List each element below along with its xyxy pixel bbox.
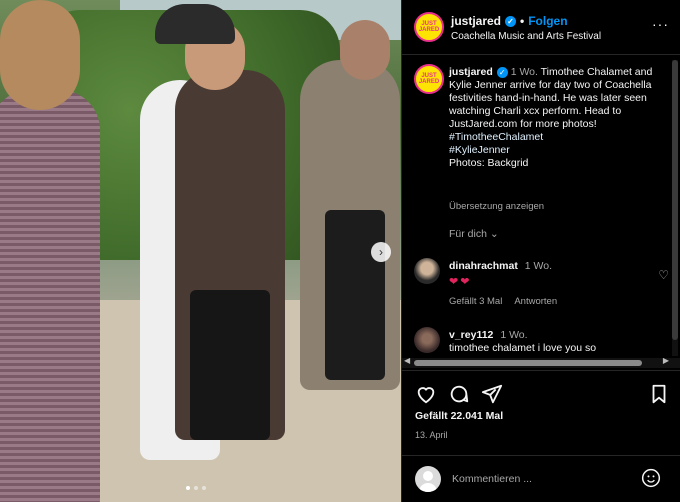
scrollbar-thumb[interactable] bbox=[672, 60, 678, 340]
translate-link[interactable]: Übersetzung anzeigen bbox=[449, 201, 544, 212]
for-you-toggle[interactable]: Für dich ⌄ bbox=[449, 228, 499, 240]
comment-icon[interactable] bbox=[448, 383, 470, 405]
vertical-scrollbar[interactable] bbox=[672, 60, 678, 356]
carousel-dot bbox=[202, 486, 206, 490]
comment-username[interactable]: v_rey112 bbox=[449, 329, 493, 341]
carousel-dots bbox=[186, 486, 206, 490]
caption-username[interactable]: justjared bbox=[449, 66, 493, 78]
comment-bar: Kommentieren ... bbox=[402, 455, 680, 502]
scroll-right-icon[interactable]: ▶ bbox=[663, 356, 669, 365]
avatar-logo-text: JUST JARED bbox=[418, 73, 440, 85]
hashtag-link[interactable]: #KylieJenner bbox=[449, 144, 667, 157]
person-left bbox=[0, 90, 100, 502]
location-link[interactable]: Coachella Music and Arts Festival bbox=[451, 31, 601, 42]
verified-icon: ✓ bbox=[505, 15, 517, 27]
horizontal-scrollbar[interactable]: ◀ ▶ bbox=[402, 356, 680, 368]
person-main-legs bbox=[190, 290, 270, 440]
chevron-down-icon: ⌄ bbox=[489, 228, 499, 240]
likes-count[interactable]: Gefällt 22.041 Mal bbox=[415, 410, 503, 422]
header-username[interactable]: justjared bbox=[451, 14, 501, 28]
comment-time: 1 Wo. bbox=[500, 329, 528, 341]
carousel-dot bbox=[194, 486, 198, 490]
person-left-head bbox=[0, 0, 80, 110]
comment-body: v_rey112 1 Wo. timothee chalamet i love … bbox=[449, 329, 649, 355]
hashtag-link[interactable]: #TimotheeChalamet bbox=[449, 131, 667, 144]
scrollbar-thumb[interactable] bbox=[414, 360, 642, 366]
post-date: 13. April bbox=[415, 430, 448, 440]
scroll-left-icon[interactable]: ◀ bbox=[404, 356, 410, 365]
comment-input[interactable]: Kommentieren ... bbox=[452, 473, 532, 485]
emoji-icon[interactable] bbox=[641, 468, 661, 488]
comments-scroll-area[interactable]: JUST JARED justjared ✓ 1 Wo. Timothee Cha… bbox=[402, 56, 680, 358]
reply-button[interactable]: Antworten bbox=[514, 295, 557, 308]
photo-credit: Photos: Backgrid bbox=[449, 157, 529, 169]
comment-meta: Gefällt 3 Mal Antworten bbox=[449, 295, 649, 308]
heart-icon[interactable] bbox=[415, 383, 437, 405]
comment-text: ❤❤ bbox=[449, 276, 472, 288]
next-photo-icon[interactable]: › bbox=[371, 242, 391, 262]
comment-username[interactable]: dinahrachmat bbox=[449, 260, 518, 272]
follow-button[interactable]: Folgen bbox=[528, 14, 567, 28]
commenter-avatar[interactable] bbox=[414, 327, 440, 353]
comment-heart-icon[interactable]: ♡ bbox=[658, 268, 669, 282]
comment-body: dinahrachmat 1 Wo. ❤❤ Gefällt 3 Mal Antw… bbox=[449, 260, 649, 308]
caption-avatar[interactable]: JUST JARED bbox=[414, 64, 444, 94]
share-icon[interactable] bbox=[481, 383, 503, 405]
commenter-avatar[interactable] bbox=[414, 258, 440, 284]
caption: justjared ✓ 1 Wo. Timothee Chalamet and K… bbox=[449, 66, 667, 170]
post-photo[interactable]: › bbox=[0, 0, 401, 502]
person-guard-legs bbox=[325, 210, 385, 380]
caption-time: 1 Wo. bbox=[510, 66, 538, 78]
avatar-logo-text: JUST JARED bbox=[418, 21, 440, 33]
comment-text: timothee chalamet i love you so bbox=[449, 342, 597, 354]
comment-time: 1 Wo. bbox=[524, 260, 553, 272]
header-user-row: justjared ✓ • Folgen bbox=[451, 14, 568, 28]
post-panel: JUST JARED justjared ✓ • Folgen Coachell… bbox=[401, 0, 680, 502]
post-header: JUST JARED justjared ✓ • Folgen Coachell… bbox=[402, 0, 680, 55]
carousel-dot bbox=[186, 486, 190, 490]
more-icon[interactable]: ··· bbox=[652, 16, 669, 32]
for-you-label: Für dich bbox=[449, 228, 487, 240]
person-guard-head bbox=[340, 20, 390, 80]
bookmark-icon[interactable] bbox=[648, 383, 670, 405]
cap bbox=[155, 4, 235, 44]
profile-avatar[interactable]: JUST JARED bbox=[414, 12, 444, 42]
comment-likes[interactable]: Gefällt 3 Mal bbox=[449, 295, 502, 308]
verified-icon: ✓ bbox=[496, 67, 508, 78]
user-avatar bbox=[415, 466, 441, 492]
